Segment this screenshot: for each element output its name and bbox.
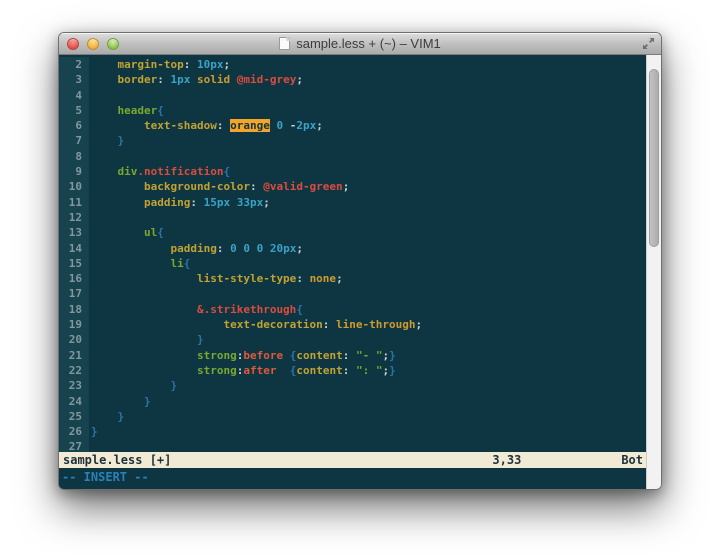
code-text: padding: 15px 33px; bbox=[89, 195, 270, 210]
vim-mode-line: -- INSERT -- bbox=[59, 468, 646, 489]
code-text: } bbox=[89, 378, 177, 393]
line-number: 7 bbox=[59, 133, 89, 148]
line-number: 23 bbox=[59, 378, 89, 393]
code-text: padding: 0 0 0 20px; bbox=[89, 241, 303, 256]
code-line: 11 padding: 15px 33px; bbox=[59, 195, 646, 210]
code-line: 15 li{ bbox=[59, 256, 646, 271]
zoom-button[interactable] bbox=[107, 38, 119, 50]
code-text: strong:after {content: ": ";} bbox=[89, 363, 396, 378]
code-line: 19 text-decoration: line-through; bbox=[59, 317, 646, 332]
code-text: background-color: @valid-green; bbox=[89, 179, 349, 194]
line-number: 27 bbox=[59, 439, 89, 452]
code-line: 10 background-color: @valid-green; bbox=[59, 179, 646, 194]
line-number: 18 bbox=[59, 302, 89, 317]
code-line: 17 bbox=[59, 286, 646, 301]
scrollbar-track[interactable] bbox=[646, 55, 661, 489]
code-line: 8 bbox=[59, 149, 646, 164]
status-scroll-position: Bot bbox=[621, 452, 646, 468]
code-text: } bbox=[89, 424, 98, 439]
code-text: } bbox=[89, 409, 124, 424]
code-line: 2 margin-top: 10px; bbox=[59, 57, 646, 72]
code-line: 27 bbox=[59, 439, 646, 452]
line-number: 14 bbox=[59, 241, 89, 256]
code-line: 20 } bbox=[59, 332, 646, 347]
code-line: 3 border: 1px solid @mid-grey; bbox=[59, 72, 646, 87]
code-text: &.strikethrough{ bbox=[89, 302, 303, 317]
code-text bbox=[89, 439, 91, 452]
code-line: 5 header{ bbox=[59, 103, 646, 118]
code-text: text-shadow: orange 0 -2px; bbox=[89, 118, 323, 133]
code-text bbox=[89, 149, 91, 164]
line-number: 13 bbox=[59, 225, 89, 240]
line-number: 6 bbox=[59, 118, 89, 133]
fullscreen-icon[interactable] bbox=[642, 37, 655, 50]
code-text: ul{ bbox=[89, 225, 164, 240]
code-text: header{ bbox=[89, 103, 164, 118]
line-number: 22 bbox=[59, 363, 89, 378]
line-number: 24 bbox=[59, 394, 89, 409]
line-number: 10 bbox=[59, 179, 89, 194]
line-number: 21 bbox=[59, 348, 89, 363]
code-text: list-style-type: none; bbox=[89, 271, 343, 286]
line-number: 20 bbox=[59, 332, 89, 347]
line-number: 11 bbox=[59, 195, 89, 210]
code-line: 9 div.notification{ bbox=[59, 164, 646, 179]
code-text bbox=[89, 286, 91, 301]
code-line: 14 padding: 0 0 0 20px; bbox=[59, 241, 646, 256]
line-number: 5 bbox=[59, 103, 89, 118]
code-text: text-decoration: line-through; bbox=[89, 317, 422, 332]
code-text bbox=[89, 88, 91, 103]
scrollbar-thumb[interactable] bbox=[649, 69, 659, 247]
line-number: 12 bbox=[59, 210, 89, 225]
search-highlight: orange bbox=[230, 119, 270, 132]
code-area[interactable]: 2 margin-top: 10px;3 border: 1px solid @… bbox=[59, 55, 646, 452]
code-text: border: 1px solid @mid-grey; bbox=[89, 72, 303, 87]
code-line: 12 bbox=[59, 210, 646, 225]
code-line: 18 &.strikethrough{ bbox=[59, 302, 646, 317]
window-title: sample.less + (~) – VIM1 bbox=[296, 36, 441, 51]
code-text bbox=[89, 210, 91, 225]
code-text: } bbox=[89, 394, 151, 409]
code-line: 7 } bbox=[59, 133, 646, 148]
code-line: 22 strong:after {content: ": ";} bbox=[59, 363, 646, 378]
close-button[interactable] bbox=[67, 38, 79, 50]
code-text: li{ bbox=[89, 256, 190, 271]
line-number: 19 bbox=[59, 317, 89, 332]
editor-column: 2 margin-top: 10px;3 border: 1px solid @… bbox=[59, 55, 646, 489]
code-line: 25 } bbox=[59, 409, 646, 424]
code-text: margin-top: 10px; bbox=[89, 57, 230, 72]
line-number: 3 bbox=[59, 72, 89, 87]
vim-status-bar: sample.less [+] 3,33 Bot bbox=[59, 452, 646, 468]
line-number: 16 bbox=[59, 271, 89, 286]
code-line: 26} bbox=[59, 424, 646, 439]
code-line: 6 text-shadow: orange 0 -2px; bbox=[59, 118, 646, 133]
vim-window: sample.less + (~) – VIM1 2 margin-top: 1… bbox=[58, 32, 662, 490]
title-bar[interactable]: sample.less + (~) – VIM1 bbox=[59, 33, 661, 55]
line-number: 2 bbox=[59, 57, 89, 72]
code-text: } bbox=[89, 133, 124, 148]
code-text: strong:before {content: "- ";} bbox=[89, 348, 396, 363]
line-number: 4 bbox=[59, 88, 89, 103]
line-number: 8 bbox=[59, 149, 89, 164]
code-line: 13 ul{ bbox=[59, 225, 646, 240]
code-line: 4 bbox=[59, 88, 646, 103]
traffic-lights bbox=[67, 33, 119, 54]
status-filename: sample.less [+] bbox=[59, 452, 492, 468]
minimize-button[interactable] bbox=[87, 38, 99, 50]
line-number: 15 bbox=[59, 256, 89, 271]
line-number: 9 bbox=[59, 164, 89, 179]
window-body: 2 margin-top: 10px;3 border: 1px solid @… bbox=[59, 55, 661, 489]
code-line: 23 } bbox=[59, 378, 646, 393]
code-text: div.notification{ bbox=[89, 164, 230, 179]
code-line: 24 } bbox=[59, 394, 646, 409]
code-line: 21 strong:before {content: "- ";} bbox=[59, 348, 646, 363]
line-number: 26 bbox=[59, 424, 89, 439]
window-title-group: sample.less + (~) – VIM1 bbox=[279, 36, 441, 51]
status-cursor-position: 3,33 bbox=[492, 452, 521, 468]
code-line: 16 list-style-type: none; bbox=[59, 271, 646, 286]
document-icon bbox=[279, 37, 290, 50]
line-number: 25 bbox=[59, 409, 89, 424]
line-number: 17 bbox=[59, 286, 89, 301]
code-text: } bbox=[89, 332, 204, 347]
